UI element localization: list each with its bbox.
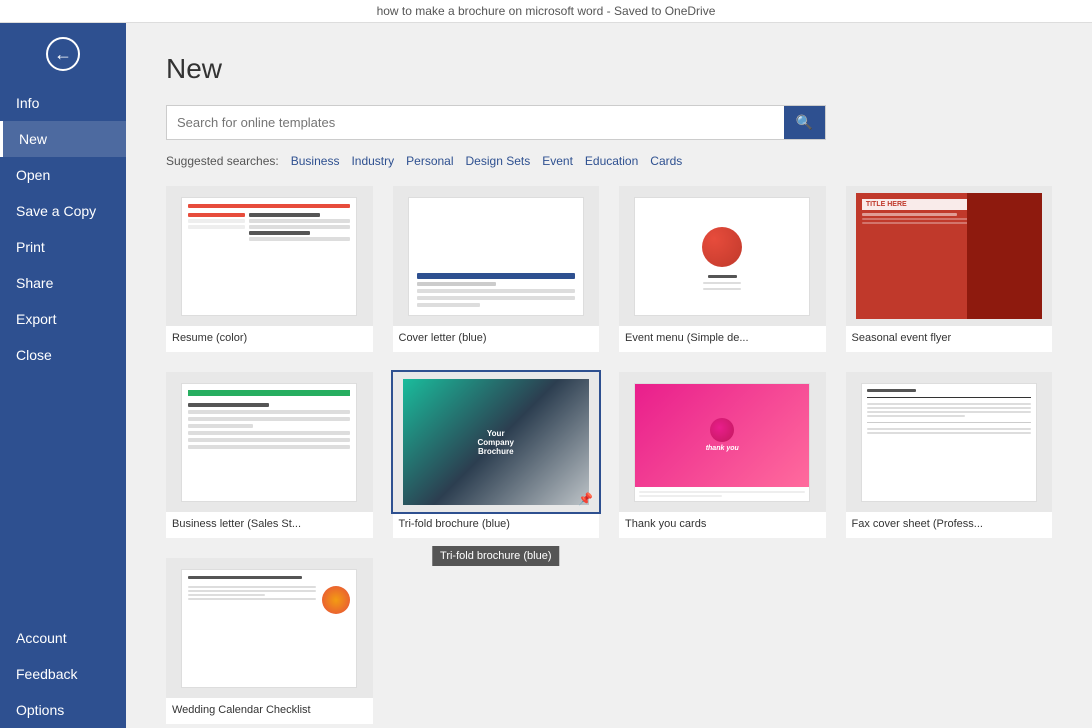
template-label: Fax cover sheet (Profess... <box>846 512 1053 538</box>
sidebar-item-print[interactable]: Print <box>0 229 126 265</box>
sidebar-item-account[interactable]: Account <box>0 620 126 656</box>
template-label: Business letter (Sales St... <box>166 512 373 538</box>
template-thumbnail <box>619 186 826 326</box>
tag-event[interactable]: Event <box>542 154 573 168</box>
pin-icon: 📌 <box>578 492 593 506</box>
template-thank-you-cards[interactable]: thank you Thank you cards <box>619 372 826 538</box>
template-brochure-blue[interactable]: YourCompanyBrochure 📌 Tri-fold brochure … <box>393 372 600 538</box>
template-grid: Resume (color) <box>166 186 1052 724</box>
back-button[interactable]: ← <box>0 23 126 85</box>
search-button[interactable]: 🔍 <box>784 106 825 139</box>
template-label: Tri-fold brochure (blue) <box>393 512 600 538</box>
tag-business[interactable]: Business <box>291 154 340 168</box>
tag-design-sets[interactable]: Design Sets <box>466 154 531 168</box>
template-thumbnail <box>393 186 600 326</box>
page-title: New <box>166 53 1052 85</box>
template-wedding-calendar[interactable]: Wedding Calendar Checklist <box>166 558 373 724</box>
sidebar: ← Info New Open Save a Copy Print Share … <box>0 23 126 728</box>
template-thumbnail: YourCompanyBrochure 📌 <box>393 372 600 512</box>
back-circle-icon: ← <box>46 37 80 71</box>
tag-cards[interactable]: Cards <box>650 154 682 168</box>
sidebar-item-options[interactable]: Options <box>0 692 126 728</box>
sidebar-item-export[interactable]: Export <box>0 301 126 337</box>
sidebar-bottom: Account Feedback Options <box>0 620 126 728</box>
tag-education[interactable]: Education <box>585 154 638 168</box>
template-cover-letter-blue[interactable]: Cover letter (blue) <box>393 186 600 352</box>
template-event-menu[interactable]: Event menu (Simple de... <box>619 186 826 352</box>
brochure-tooltip: Tri-fold brochure (blue) <box>432 546 559 566</box>
sidebar-item-new[interactable]: New <box>0 121 126 157</box>
template-thumbnail <box>846 372 1053 512</box>
template-label: Wedding Calendar Checklist <box>166 698 373 724</box>
search-bar: 🔍 <box>166 105 826 140</box>
template-label: Seasonal event flyer <box>846 326 1053 352</box>
sidebar-item-save-copy[interactable]: Save a Copy <box>0 193 126 229</box>
template-label: Cover letter (blue) <box>393 326 600 352</box>
title-bar: how to make a brochure on microsoft word… <box>0 0 1092 23</box>
search-input[interactable] <box>167 107 784 138</box>
title-text: how to make a brochure on microsoft word… <box>377 4 716 18</box>
template-label: Resume (color) <box>166 326 373 352</box>
main-content: New 🔍 Suggested searches: Business Indus… <box>126 23 1092 728</box>
template-thumbnail <box>166 372 373 512</box>
tag-personal[interactable]: Personal <box>406 154 453 168</box>
template-thumbnail: TITLE HERE <box>846 186 1053 326</box>
template-fax-cover[interactable]: Fax cover sheet (Profess... <box>846 372 1053 538</box>
sidebar-item-open[interactable]: Open <box>0 157 126 193</box>
template-biz-letter[interactable]: Business letter (Sales St... <box>166 372 373 538</box>
template-label: Thank you cards <box>619 512 826 538</box>
sidebar-item-feedback[interactable]: Feedback <box>0 656 126 692</box>
sidebar-nav: Info New Open Save a Copy Print Share Ex… <box>0 85 126 728</box>
sidebar-item-share[interactable]: Share <box>0 265 126 301</box>
suggested-label: Suggested searches: <box>166 154 279 168</box>
tag-industry[interactable]: Industry <box>351 154 394 168</box>
sidebar-item-info[interactable]: Info <box>0 85 126 121</box>
template-resume-color[interactable]: Resume (color) <box>166 186 373 352</box>
template-thumbnail <box>166 186 373 326</box>
sidebar-item-close[interactable]: Close <box>0 337 126 373</box>
template-thumbnail <box>166 558 373 698</box>
template-thumbnail: thank you <box>619 372 826 512</box>
template-label: Event menu (Simple de... <box>619 326 826 352</box>
template-seasonal-flyer[interactable]: TITLE HERE Seasonal event flyer <box>846 186 1053 352</box>
suggested-searches: Suggested searches: Business Industry Pe… <box>166 154 1052 168</box>
